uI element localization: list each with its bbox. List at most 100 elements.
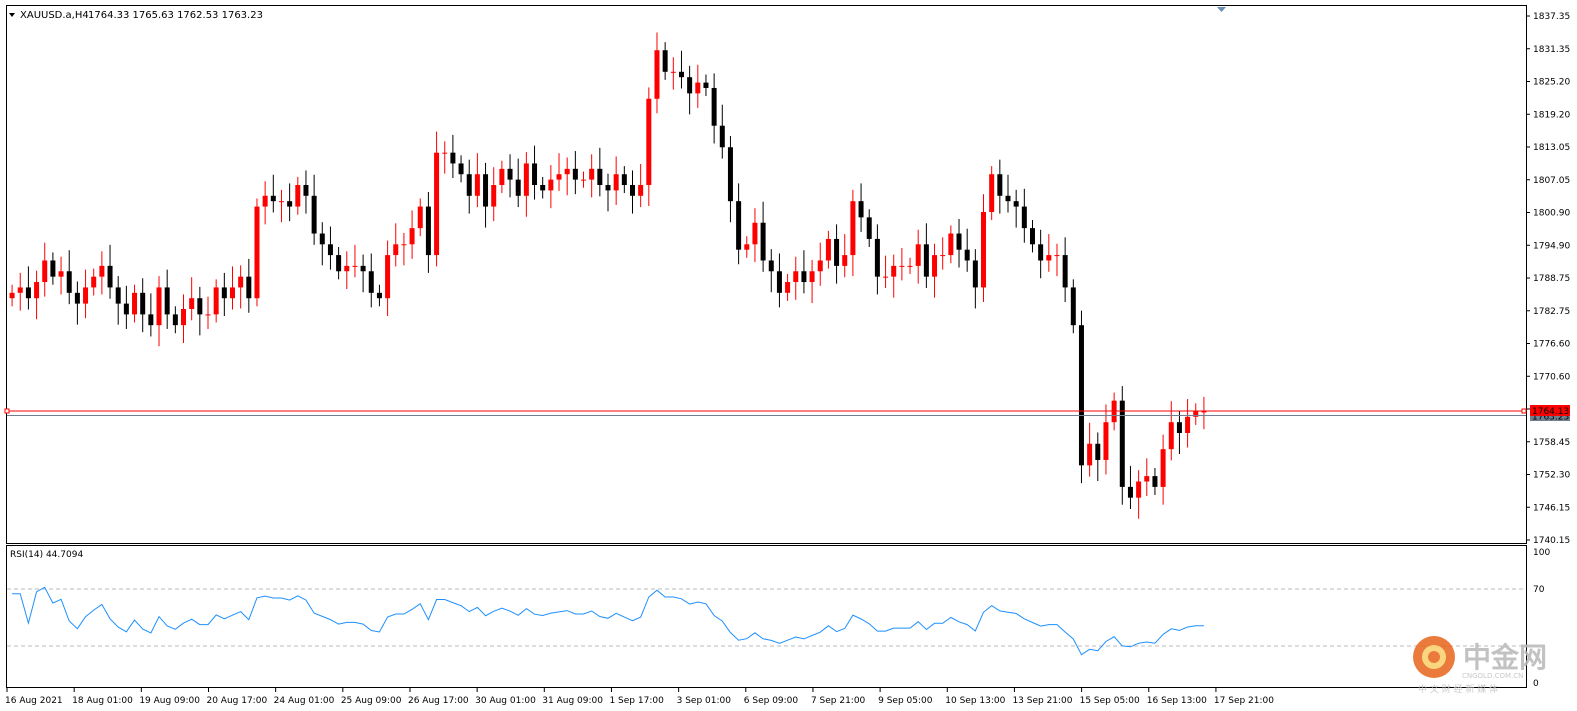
candle-body — [1144, 476, 1150, 482]
candle-body — [164, 287, 170, 315]
candle-body — [695, 82, 701, 94]
candle-body — [1054, 255, 1060, 257]
price-axis-label: 1758.45 — [1533, 438, 1570, 448]
candle-body — [499, 168, 505, 186]
candle-body — [99, 265, 105, 277]
candle-body — [589, 168, 595, 180]
candle-body — [115, 287, 121, 304]
candle-body — [932, 255, 938, 277]
candle-body — [556, 174, 562, 180]
candle-body — [581, 179, 587, 181]
candle-body — [409, 228, 415, 245]
price-axis-label: 1752.30 — [1533, 471, 1570, 481]
candle-body — [989, 174, 995, 212]
candle-body — [997, 174, 1003, 196]
candle-body — [368, 271, 374, 293]
candle-body — [540, 185, 546, 191]
price-axis-label: 1746.15 — [1533, 503, 1570, 513]
time-axis-label: 26 Aug 17:00 — [408, 696, 469, 706]
time-axis-label: 3 Sep 01:00 — [677, 696, 732, 706]
time-axis-label: 31 Aug 09:00 — [542, 696, 603, 706]
price-axis-label: 1740.15 — [1533, 536, 1570, 546]
candle-body — [1046, 255, 1052, 261]
candle-body — [327, 244, 333, 256]
candle-body — [83, 287, 89, 304]
rsi-axis-70: 70 — [1533, 585, 1545, 595]
candle-body — [817, 260, 823, 272]
price-axis-label: 1825.20 — [1533, 78, 1570, 88]
price-axis: 1837.35 1831.35 1825.20 1819.20 1813.05 1807.… — [1526, 12, 1570, 546]
watermark-domain: CNGOLD.COM.CN — [1462, 672, 1523, 680]
candle-body — [646, 98, 652, 186]
rsi-panel — [6, 545, 1527, 688]
candle-body — [107, 265, 113, 288]
candle-body — [711, 87, 717, 126]
candle-body — [866, 217, 872, 239]
price-axis-label: 1788.75 — [1533, 274, 1570, 284]
candle-body — [417, 206, 423, 229]
candle-body — [915, 244, 921, 266]
candle-body — [834, 238, 840, 266]
candle-body — [58, 271, 64, 277]
candle-body — [883, 276, 889, 278]
candle-body — [376, 292, 382, 299]
candle-body — [91, 276, 97, 288]
price-axis-label: 1807.05 — [1533, 176, 1570, 186]
candle-body — [768, 260, 774, 272]
candle-body — [842, 255, 848, 266]
price-chart[interactable]: XAUUSD.a,H4 1764.33 1765.63 1762.53 1763… — [0, 0, 1577, 711]
candle-body — [727, 147, 733, 202]
candle-body — [221, 287, 227, 299]
candle-body — [278, 201, 284, 203]
candle-body — [874, 238, 880, 277]
candle-body — [670, 71, 676, 73]
time-axis-label: 16 Aug 2021 — [5, 696, 63, 706]
candle-body — [752, 222, 758, 245]
candle-body — [385, 255, 391, 299]
candle-body — [515, 179, 521, 196]
candle-body — [229, 287, 235, 299]
candle-body — [17, 287, 23, 293]
symbol-label: XAUUSD.a,H4 — [20, 10, 89, 21]
candle-body — [1193, 411, 1199, 417]
candle-body — [1103, 422, 1109, 460]
price-line-left-handle[interactable] — [4, 408, 10, 414]
candle-body — [597, 168, 603, 186]
rsi-label: RSI(14) 44.7094 — [10, 550, 83, 560]
time-axis-label: 6 Sep 09:00 — [744, 696, 799, 706]
candle-body — [172, 314, 178, 326]
candle-body — [262, 195, 268, 207]
candle-body — [687, 77, 693, 94]
candle-body — [1029, 228, 1035, 245]
candle-body — [156, 287, 162, 326]
time-axis-label: 30 Aug 01:00 — [475, 696, 536, 706]
candle-body — [564, 168, 570, 175]
candle-body — [1062, 255, 1068, 288]
candle-body — [344, 265, 350, 272]
candle-body — [662, 50, 668, 72]
time-axis-label: 13 Sep 21:00 — [1012, 696, 1072, 706]
price-line-right-handle[interactable] — [1521, 408, 1527, 414]
candle-body — [1070, 287, 1076, 326]
candle-body — [42, 260, 48, 283]
rsi-axis-0: 0 — [1533, 679, 1539, 689]
candle-body — [434, 152, 440, 256]
rsi-axis-100: 100 — [1533, 548, 1550, 558]
candle-body — [9, 292, 15, 299]
candle-body — [1038, 244, 1044, 261]
candle-body — [858, 201, 864, 218]
candle-body — [352, 265, 358, 267]
candle-body — [678, 71, 684, 78]
candle-body — [148, 314, 154, 326]
price-axis-label: 1837.35 — [1533, 12, 1570, 22]
candle-body — [442, 152, 448, 154]
candle-body — [793, 271, 799, 283]
candle-body — [50, 260, 56, 277]
candle-body — [319, 233, 325, 245]
price-axis-label: 1813.05 — [1533, 143, 1570, 153]
time-axis-label: 10 Sep 13:00 — [945, 696, 1005, 706]
candle-body — [254, 206, 260, 299]
candle-body — [123, 303, 129, 315]
candle-body — [1013, 201, 1019, 207]
candle-body — [1119, 400, 1125, 487]
